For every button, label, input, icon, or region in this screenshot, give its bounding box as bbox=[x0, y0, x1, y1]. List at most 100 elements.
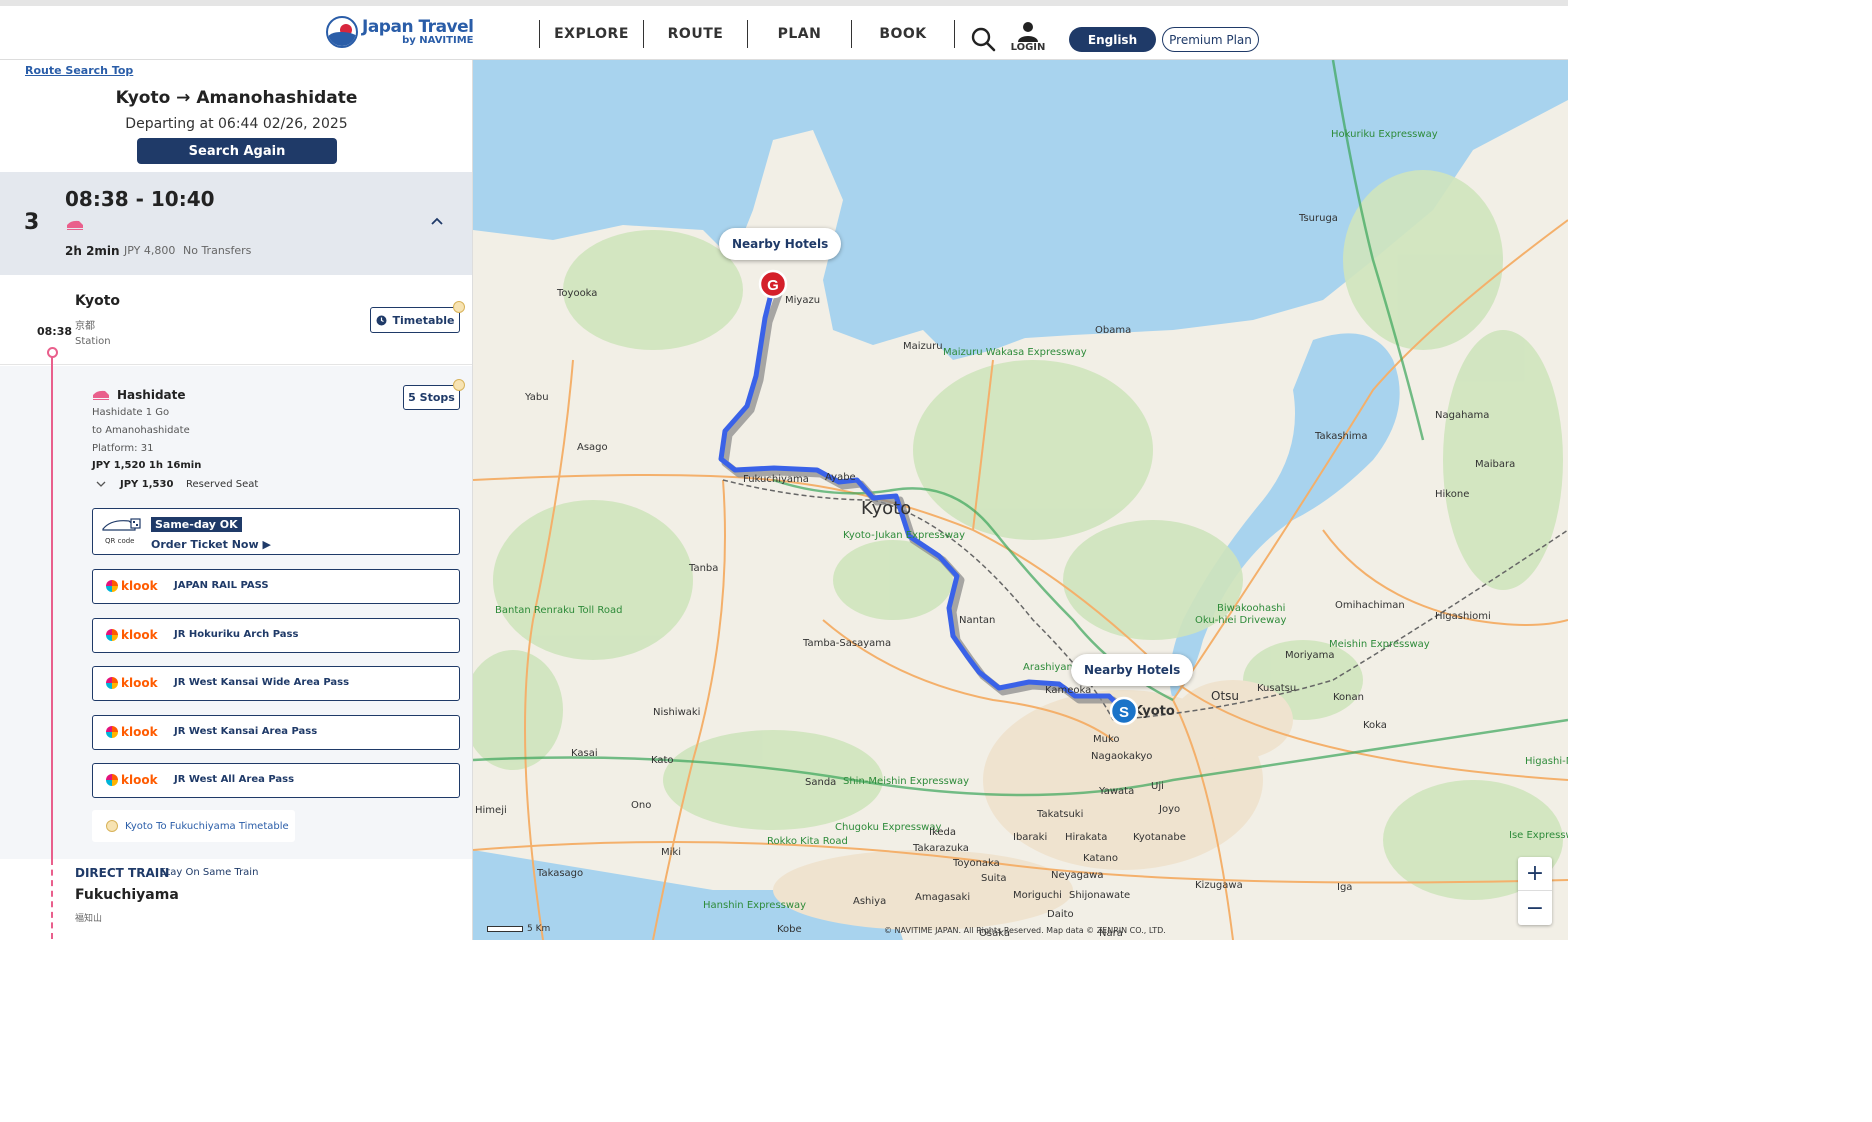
map-label: Nishiwaki bbox=[653, 707, 700, 718]
zoom-out-button[interactable]: − bbox=[1518, 891, 1552, 925]
search-icon[interactable] bbox=[970, 26, 996, 52]
map-label: Miki bbox=[661, 847, 681, 858]
nav-plan[interactable]: PLAN bbox=[747, 20, 851, 48]
timetable-button[interactable]: Timetable bbox=[370, 307, 460, 333]
seat-fare: JPY 1,530 bbox=[120, 479, 174, 490]
klook-logo: klook bbox=[106, 676, 158, 690]
train-platform: Platform: 31 bbox=[92, 443, 154, 454]
search-again-button[interactable]: Search Again bbox=[137, 138, 337, 164]
same-day-badge: Same-day OK bbox=[151, 517, 242, 532]
train-name: Hashidate bbox=[117, 388, 186, 402]
clock-icon bbox=[376, 315, 386, 325]
map-label: Kyoto bbox=[861, 498, 911, 519]
klook-logo-text: klook bbox=[121, 725, 158, 739]
fukuchiyama-timetable-link[interactable]: Kyoto To Fukuchiyama Timetable bbox=[92, 810, 295, 842]
route-search-top-link[interactable]: Route Search Top bbox=[25, 64, 133, 77]
departure-time: Departing at 06:44 02/26, 2025 bbox=[125, 116, 348, 132]
logo-title: Japan Travel bbox=[362, 16, 474, 37]
scale-label: 5 Km bbox=[527, 924, 551, 934]
map-label: Iga bbox=[1337, 882, 1352, 893]
stops-button[interactable]: 5 Stops bbox=[403, 385, 460, 410]
nav-explore[interactable]: EXPLORE bbox=[539, 20, 643, 48]
map-label: Kizugawa bbox=[1195, 880, 1243, 891]
map-label: Uji bbox=[1151, 781, 1164, 792]
nav-route[interactable]: ROUTE bbox=[643, 20, 747, 48]
klook-pass-card[interactable]: klook JR West Kansai Area Pass bbox=[92, 715, 460, 750]
map-label: Shijonawate bbox=[1069, 890, 1130, 901]
origin-station-name[interactable]: Kyoto bbox=[75, 293, 120, 309]
lock-icon bbox=[106, 820, 118, 832]
zoom-in-button[interactable]: + bbox=[1518, 857, 1552, 891]
train-segment: Hashidate Hashidate 1 Go to Amanohashida… bbox=[0, 366, 472, 859]
map-label: Chugoku Expressway bbox=[835, 822, 941, 833]
klook-pass-card[interactable]: klook JR West All Area Pass bbox=[92, 763, 460, 798]
map-label: Higashi-Meishin Expressway bbox=[1525, 756, 1568, 767]
train-icon bbox=[93, 390, 109, 400]
map-label: Koka bbox=[1363, 720, 1387, 731]
fukuchiyama-station-name[interactable]: Fukuchiyama bbox=[75, 887, 179, 903]
map-label: Moriyama bbox=[1285, 650, 1335, 661]
pass-name: JR Hokuriku Arch Pass bbox=[174, 629, 299, 640]
chevron-up-icon[interactable] bbox=[431, 216, 443, 226]
pass-name: JR West Kansai Wide Area Pass bbox=[174, 677, 350, 688]
origin-station-type: Station bbox=[75, 336, 111, 347]
premium-plan-button[interactable]: Premium Plan bbox=[1162, 27, 1259, 52]
map-label: Miyazu bbox=[785, 295, 820, 306]
timetable-label: Timetable bbox=[392, 313, 455, 327]
map-canvas[interactable]: Toyooka Miyazu Maizuru Maizuru Wakasa Ex… bbox=[473, 60, 1568, 940]
map-label: Obama bbox=[1095, 325, 1131, 336]
map-label: Kyoto-Jukan Expressway bbox=[843, 530, 965, 541]
klook-logo-text: klook bbox=[121, 676, 158, 690]
map-label: Ono bbox=[631, 800, 651, 811]
klook-pass-card[interactable]: klook JR Hokuriku Arch Pass bbox=[92, 618, 460, 653]
route-line bbox=[51, 351, 53, 860]
chevron-down-icon[interactable] bbox=[96, 480, 106, 488]
lock-icon bbox=[453, 301, 465, 313]
route-index: 3 bbox=[24, 210, 40, 235]
map-label: Nagahama bbox=[1435, 410, 1489, 421]
map-copyright: © NAVITIME JAPAN. All Rights Reserved. M… bbox=[884, 926, 1166, 935]
nearby-hotels-button[interactable]: Nearby Hotels bbox=[719, 228, 842, 260]
klook-logo: klook bbox=[106, 773, 158, 787]
goal-marker[interactable]: G bbox=[758, 269, 788, 299]
map-label: Takashima bbox=[1314, 431, 1368, 442]
map-label: Muko bbox=[1093, 734, 1120, 745]
map-label: Nantan bbox=[959, 615, 995, 626]
map-label: Tanba bbox=[688, 563, 718, 574]
map-label: Maizuru Wakasa Expressway bbox=[943, 347, 1087, 358]
map-label: Neyagawa bbox=[1051, 870, 1103, 881]
map-label: Konan bbox=[1333, 692, 1364, 703]
route-summary[interactable]: 3 08:38 - 10:40 2h 2min JPY 4,800 No Tra… bbox=[0, 172, 472, 275]
route-map[interactable]: Toyooka Miyazu Maizuru Maizuru Wakasa Ex… bbox=[473, 60, 1568, 940]
map-label: Amagasaki bbox=[915, 892, 970, 903]
klook-pass-card[interactable]: klook JR West Kansai Wide Area Pass bbox=[92, 666, 460, 701]
order-ticket-link[interactable]: Order Ticket Now ▶ bbox=[151, 538, 271, 551]
qr-code-label: QR code bbox=[105, 537, 135, 545]
direct-train-sub: Stay On Same Train bbox=[160, 867, 259, 878]
map-label: Ayabe bbox=[825, 472, 856, 483]
origin-station-name-jp: 京都 bbox=[75, 321, 95, 332]
logo-subtitle: by NAVITIME bbox=[402, 34, 474, 46]
main-nav: EXPLORE ROUTE PLAN BOOK bbox=[539, 20, 955, 48]
nearby-hotels-button[interactable]: Nearby Hotels bbox=[1071, 654, 1194, 686]
klook-pass-card[interactable]: klook JAPAN RAIL PASS bbox=[92, 569, 460, 604]
login-button[interactable]: LOGIN bbox=[1008, 20, 1048, 53]
lock-icon bbox=[453, 379, 465, 391]
map-label: Omihachiman bbox=[1335, 600, 1405, 611]
klook-logo: klook bbox=[106, 628, 158, 642]
map-label: Biwakoohashi bbox=[1217, 603, 1285, 614]
map-label: Nagaokakyo bbox=[1091, 751, 1152, 762]
klook-logo-text: klook bbox=[121, 773, 158, 787]
map-label: Suita bbox=[981, 873, 1007, 884]
nav-book[interactable]: BOOK bbox=[851, 20, 955, 48]
fukuchiyama-timetable-label: Kyoto To Fukuchiyama Timetable bbox=[125, 820, 289, 832]
klook-logo: klook bbox=[106, 725, 158, 739]
train-fare-duration: JPY 1,520 1h 16min bbox=[92, 460, 202, 471]
scale-bar bbox=[487, 926, 523, 932]
start-marker[interactable]: S bbox=[1109, 696, 1139, 726]
language-button[interactable]: English bbox=[1069, 27, 1156, 52]
map-label: Kameoka bbox=[1045, 685, 1091, 696]
japan-travel-logo[interactable]: Japan Travel by NAVITIME bbox=[326, 16, 474, 48]
map-label: Moriguchi bbox=[1013, 890, 1062, 901]
order-ticket-card[interactable]: QR code Same-day OK Order Ticket Now ▶ bbox=[92, 508, 460, 555]
